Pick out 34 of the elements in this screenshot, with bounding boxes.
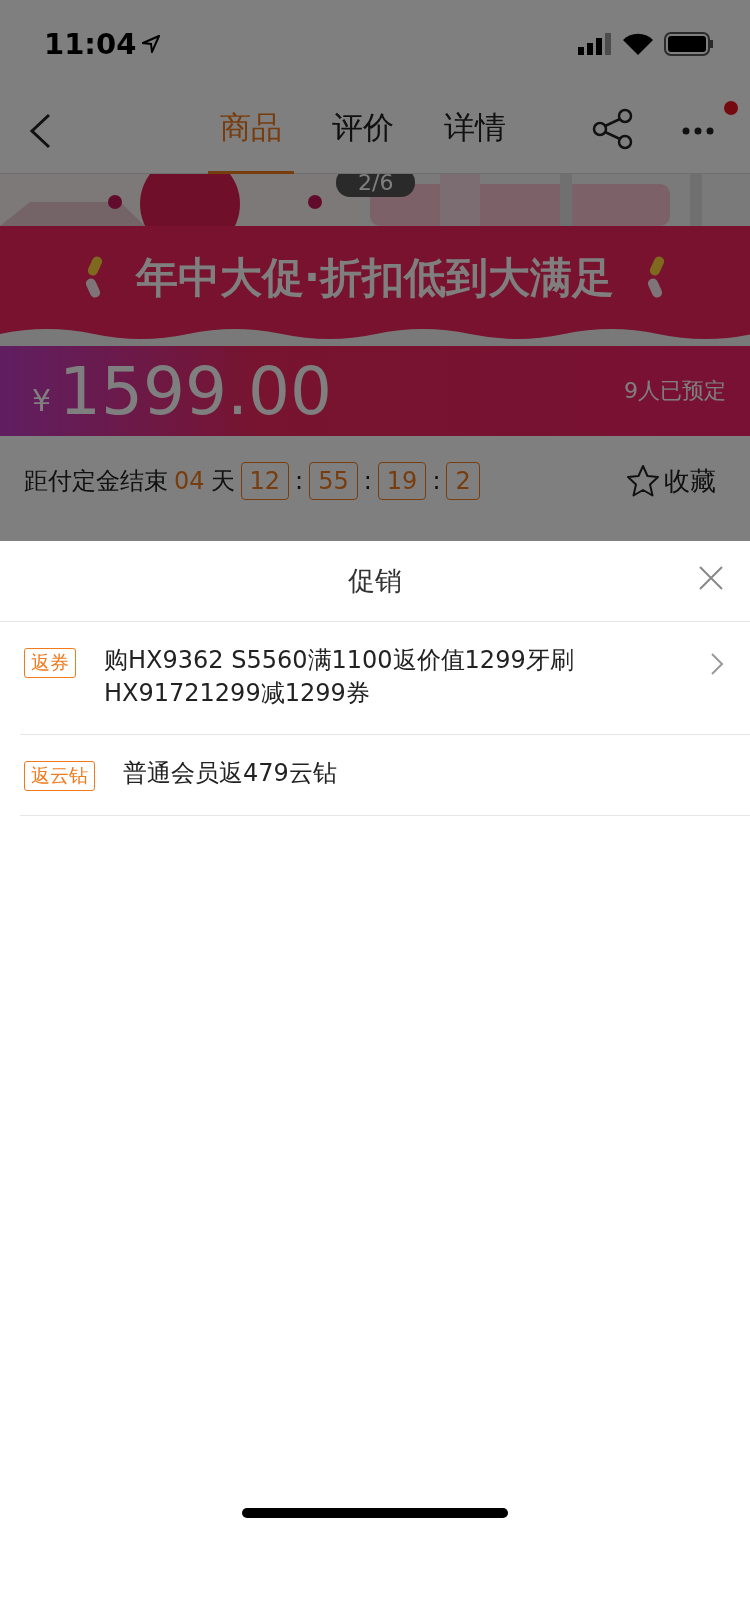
- promo-tag: 返云钻: [24, 761, 95, 791]
- star-icon: [626, 464, 660, 498]
- colon: :: [432, 467, 441, 495]
- colon: :: [363, 467, 372, 495]
- location-arrow-icon: [142, 35, 161, 53]
- tab[interactable]: 详情: [432, 86, 518, 175]
- countdown-unit: 2: [446, 462, 480, 500]
- countdown-days: 04: [174, 467, 205, 495]
- promo-text: 购HX9362 S5560满1100返价值1299牙刷HX91721299减1299券: [104, 645, 575, 709]
- days-unit: 天: [210, 466, 235, 497]
- tab[interactable]: 评价: [320, 86, 406, 175]
- battery-icon: [664, 32, 714, 56]
- countdown-unit: 55: [309, 462, 358, 500]
- signal-icon: [578, 33, 612, 55]
- promo-tag: 返券: [24, 648, 76, 678]
- price-amount: 1599.00: [59, 352, 333, 430]
- more-icon: [682, 127, 714, 135]
- banner-title: 年中大促·折扣低到大满足: [136, 252, 614, 304]
- colon: :: [295, 467, 304, 495]
- promotion-row[interactable]: 返云钻 普通会员返479云钻: [20, 735, 750, 816]
- image-counter: 2/6: [336, 174, 416, 197]
- currency-symbol: ¥: [32, 382, 52, 418]
- sheet-title: 促销: [348, 564, 402, 598]
- countdown-label: 距付定金结束: [24, 466, 168, 497]
- promotion-row[interactable]: 返券 购HX9362 S5560满1100返价值1299牙刷HX91721299减1299券: [20, 622, 750, 735]
- countdown-unit: 19: [377, 462, 427, 500]
- promo-text: 普通会员返479云钻: [123, 758, 338, 789]
- countdown-unit: 12: [240, 462, 290, 500]
- status-time: 11:04: [44, 27, 137, 61]
- wifi-icon: [622, 32, 654, 56]
- share-icon: [592, 108, 634, 150]
- reservation-count: 9人已预定: [624, 377, 726, 405]
- favorite-button[interactable]: 收藏: [620, 462, 722, 500]
- back-icon: [29, 112, 51, 149]
